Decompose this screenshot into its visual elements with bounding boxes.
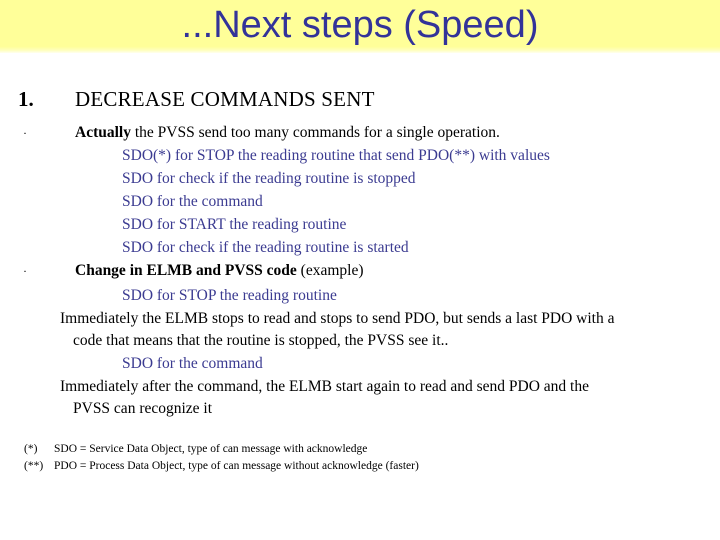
bullet-text: Change in ELMB and PVSS code (example) xyxy=(75,260,712,283)
section-heading: 1. DECREASE COMMANDS SENT xyxy=(18,86,708,112)
bullet-text: Actually the PVSS send too many commands… xyxy=(75,122,712,145)
paragraph-line: Immediately after the command, the ELMB … xyxy=(60,378,589,395)
bullet-marker-icon: · xyxy=(23,126,27,140)
paragraph: Immediately after the command, the ELMB … xyxy=(60,376,708,419)
list-item: · Change in ELMB and PVSS code (example) xyxy=(18,260,712,283)
footnote-text: PDO = Process Data Object, type of can m… xyxy=(54,460,419,472)
section-number: 1. xyxy=(18,87,34,111)
bullet-bold-lead: Change in ELMB and PVSS code xyxy=(75,262,297,279)
footnote-text: SDO = Service Data Object, type of can m… xyxy=(54,443,368,455)
section-heading-label: DECREASE COMMANDS SENT xyxy=(75,87,375,111)
paragraph-line: code that means that the routine is stop… xyxy=(73,331,449,349)
paragraph: Immediately the ELMB stops to read and s… xyxy=(60,308,708,351)
bullet-marker-icon: · xyxy=(23,264,27,278)
sub-line: SDO for the command xyxy=(122,355,263,372)
footnote-pdo: (**) PDO = Process Data Object, type of c… xyxy=(24,458,419,474)
page-title: ...Next steps (Speed) xyxy=(181,4,539,46)
list-item: · Actually the PVSS send too many comman… xyxy=(18,122,712,145)
sub-line: SDO for the command xyxy=(122,193,263,210)
sub-line: SDO for START the reading routine xyxy=(122,216,347,233)
footnote-marker: (**) xyxy=(24,460,44,472)
bullet-rest: (example) xyxy=(296,262,364,279)
footnote-marker: (*) xyxy=(24,443,38,455)
slide-body: 1. DECREASE COMMANDS SENT · Actually the … xyxy=(0,53,720,540)
sub-line: SDO(*) for STOP the reading routine that… xyxy=(122,147,550,164)
paragraph-line: Immediately the ELMB stops to read and s… xyxy=(60,310,615,327)
paragraph-line: PVSS can recognize it xyxy=(73,399,213,417)
bullet-rest: the PVSS send too many commands for a si… xyxy=(130,124,500,141)
footnote-sdo: (*) SDO = Service Data Object, type of ca… xyxy=(24,441,367,457)
bullet-bold-lead: Actually xyxy=(75,124,131,141)
sub-line: SDO for STOP the reading routine xyxy=(122,287,337,304)
sub-line: SDO for check if the reading routine is … xyxy=(122,170,416,187)
sub-line: SDO for check if the reading routine is … xyxy=(122,239,409,256)
